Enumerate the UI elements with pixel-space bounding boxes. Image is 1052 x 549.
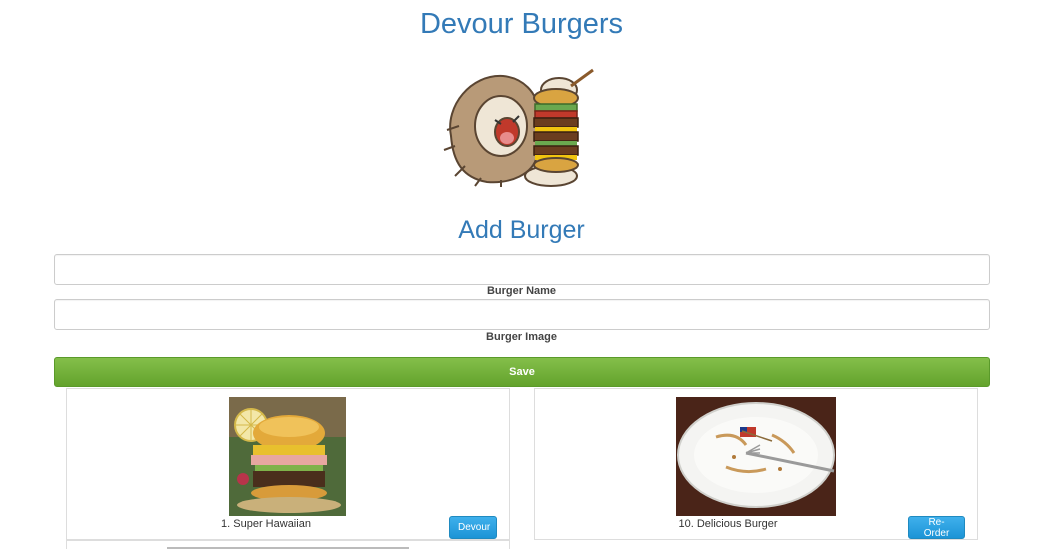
burger-image-label: Burger Image xyxy=(486,331,557,343)
save-button[interactable]: Save xyxy=(54,357,990,387)
sasquatch-burger-logo xyxy=(441,66,598,188)
burger-image-input[interactable] xyxy=(54,299,990,330)
reorder-button[interactable]: Re-Order xyxy=(908,516,965,539)
burger-name-text: 1. Super Hawaiian xyxy=(221,518,311,530)
add-burger-heading: Add Burger xyxy=(458,216,585,244)
burger-name-label: Burger Name xyxy=(486,285,557,297)
burger-card: 1. Super Hawaiian Devour xyxy=(66,388,510,540)
burger-name-text: 10. Delicious Burger xyxy=(678,518,778,530)
burger-name-input[interactable] xyxy=(54,254,990,285)
burger-photo xyxy=(229,397,346,516)
page-title: Devour Burgers xyxy=(419,8,624,40)
devour-button[interactable]: Devour xyxy=(449,516,497,539)
burger-photo xyxy=(676,397,836,516)
burger-card: 10. Delicious Burger Re-Order xyxy=(534,388,978,540)
burger-card xyxy=(66,540,510,549)
